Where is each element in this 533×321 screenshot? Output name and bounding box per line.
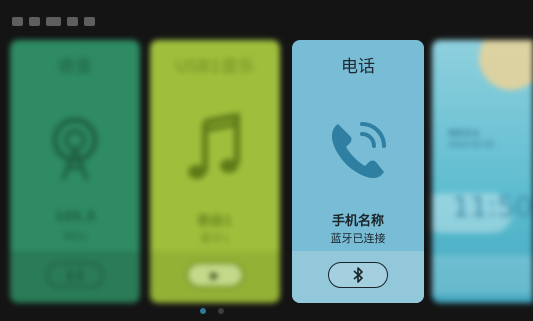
clock-time: 11:50 bbox=[452, 190, 533, 223]
weather-date: 2020-02-02 bbox=[448, 140, 495, 149]
weather-footer bbox=[432, 255, 533, 295]
radio-card[interactable]: 收音 105.5 MHz ❚❚ bbox=[10, 40, 140, 303]
radio-antenna-icon bbox=[52, 117, 98, 181]
status-bar bbox=[12, 12, 95, 30]
page-dot[interactable] bbox=[200, 308, 206, 314]
sun-icon bbox=[479, 40, 533, 90]
play-icon: ▶ bbox=[210, 268, 220, 282]
bluetooth-icon bbox=[353, 267, 363, 283]
signal-icon bbox=[29, 16, 40, 26]
signal-icon bbox=[12, 16, 23, 26]
usb-footer: ▶ bbox=[150, 251, 280, 303]
bluetooth-button[interactable] bbox=[328, 262, 388, 288]
phone-title: 电话 bbox=[341, 57, 375, 77]
radio-frequency: 105.5 bbox=[54, 210, 96, 225]
volume-icon bbox=[84, 16, 95, 26]
radio-unit: MHz bbox=[63, 230, 87, 243]
usb-music-card[interactable]: USB1音乐 歌曲1 歌手1 ▶ bbox=[150, 40, 280, 303]
pause-icon: ❚❚ bbox=[64, 268, 86, 282]
radio-title: 收音 bbox=[58, 57, 92, 77]
play-button[interactable]: ▶ bbox=[186, 262, 244, 288]
wifi-icon bbox=[46, 16, 61, 26]
pause-button[interactable]: ❚❚ bbox=[46, 262, 104, 288]
music-note-icon bbox=[188, 112, 240, 179]
usb-title: USB1音乐 bbox=[175, 57, 255, 77]
song-name: 歌曲1 bbox=[197, 214, 233, 229]
home-screen: 收音 105.5 MHz ❚❚ USB1音乐 歌曲1 歌手1 ▶ 电话 手机名称… bbox=[0, 0, 533, 321]
battery-icon bbox=[67, 16, 78, 26]
radio-footer: ❚❚ bbox=[10, 251, 140, 303]
page-dot[interactable] bbox=[218, 308, 224, 314]
phone-card[interactable]: 电话 手机名称 蓝牙已连接 bbox=[292, 40, 424, 303]
weather-condition: 晴转多云 bbox=[448, 129, 480, 138]
artist-name: 歌手1 bbox=[200, 232, 230, 245]
phone-footer bbox=[292, 251, 424, 303]
bluetooth-status: 蓝牙已连接 bbox=[330, 232, 386, 245]
phone-device-name: 手机名称 bbox=[331, 214, 384, 229]
page-indicator bbox=[200, 308, 224, 314]
phone-call-icon bbox=[331, 122, 386, 179]
weather-card[interactable]: 晴转多云 2020-02-02 11:50 bbox=[432, 40, 533, 303]
